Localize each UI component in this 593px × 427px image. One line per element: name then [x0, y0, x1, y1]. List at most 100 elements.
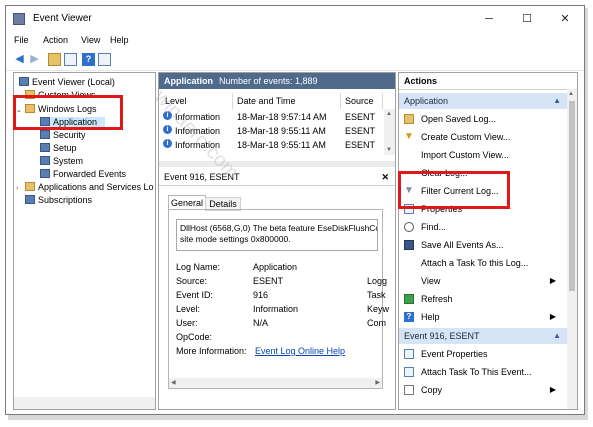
field-extra: Keyw: [367, 304, 390, 314]
table-row[interactable]: i Information 18-Mar-18 9:55:11 AM ESENT: [159, 139, 383, 152]
row-date: 18-Mar-18 9:55:11 AM: [237, 140, 326, 150]
action-label: Find...: [421, 222, 447, 232]
submenu-arrow-icon: ▶: [549, 276, 556, 285]
field-label: Level:: [176, 304, 201, 314]
field-label: User:: [176, 318, 198, 328]
log-header-count: Number of events: 1,889: [219, 76, 318, 86]
action-label: Help: [421, 312, 440, 322]
action-label: Copy: [421, 385, 443, 395]
action-copy[interactable]: Copy ▶: [399, 381, 564, 399]
back-arrow-icon[interactable]: ◀: [13, 53, 26, 66]
column-header-date[interactable]: Date and Time: [233, 93, 341, 109]
actions-header: Actions: [399, 73, 577, 90]
menu-help[interactable]: Help: [110, 35, 129, 45]
section-title: Event 916, ESENT: [404, 331, 480, 341]
action-label: Event Properties: [421, 349, 488, 359]
scrollbar-thumb[interactable]: [569, 101, 575, 291]
scroll-down-arrow-icon[interactable]: ▼: [386, 147, 392, 153]
scroll-up-arrow-icon[interactable]: ▲: [568, 91, 574, 97]
toolbar: ◀ ▶ ?: [6, 50, 584, 71]
action-view[interactable]: View ▶: [399, 272, 564, 290]
event-log-online-help-link[interactable]: Event Log Online Help: [255, 346, 345, 356]
action-label: Create Custom View...: [421, 132, 511, 142]
action-create-custom-view[interactable]: ▼ Create Custom View...: [399, 128, 564, 146]
table-row[interactable]: i Information 18-Mar-18 9:57:14 AM ESENT: [159, 111, 383, 124]
close-detail-icon[interactable]: ✕: [381, 169, 389, 185]
maximize-button[interactable]: ☐: [508, 6, 546, 32]
pane-splitter[interactable]: [159, 161, 395, 167]
actions-panel: Actions Application ▲ Open Saved Log... …: [398, 72, 578, 410]
column-header-level[interactable]: Level: [161, 93, 233, 109]
column-header-source[interactable]: Source: [341, 93, 383, 109]
field-value: Application: [253, 262, 298, 272]
expand-arrow-icon[interactable]: ›: [16, 185, 25, 192]
tree-log-security[interactable]: Security: [40, 130, 86, 142]
log-icon: [40, 169, 50, 178]
scroll-up-arrow-icon[interactable]: ▲: [386, 111, 392, 117]
action-import-custom-view[interactable]: Import Custom View...: [399, 146, 564, 164]
menu-file[interactable]: File: [14, 35, 29, 45]
log-icon: [40, 156, 50, 165]
forward-arrow-icon[interactable]: ▶: [28, 53, 41, 66]
event-message-box[interactable]: DllHost (6568,G,0) The beta feature EseD…: [176, 219, 378, 251]
action-attach-task-to-log[interactable]: Attach a Task To this Log...: [399, 254, 564, 272]
show-action-pane-icon[interactable]: [98, 53, 111, 66]
tree-apps-services[interactable]: › Applications and Services Lo: [16, 182, 154, 194]
folder-up-icon[interactable]: [48, 53, 61, 66]
menu-action[interactable]: Action: [43, 35, 68, 45]
close-button[interactable]: ✕: [546, 6, 584, 32]
tab-general[interactable]: General: [168, 195, 206, 210]
field-extra: Logg: [367, 276, 388, 286]
show-hide-tree-icon[interactable]: [64, 53, 77, 66]
actions-vertical-scrollbar[interactable]: ▲: [567, 89, 577, 409]
action-attach-task-to-event[interactable]: Attach Task To This Event...: [399, 363, 564, 381]
submenu-arrow-icon: ▶: [549, 312, 556, 321]
tree-root[interactable]: Event Viewer (Local): [19, 77, 115, 89]
refresh-icon: [404, 294, 414, 304]
info-icon: i: [163, 111, 172, 120]
scroll-left-arrow-icon[interactable]: ◀: [171, 379, 176, 386]
title-bar: Event Viewer ─ ☐ ✕: [6, 6, 584, 32]
submenu-arrow-icon: ▶: [549, 385, 556, 394]
actions-section-application[interactable]: Application ▲: [399, 93, 567, 109]
section-title: Application: [404, 96, 449, 106]
table-row[interactable]: i Information 18-Mar-18 9:55:11 AM ESENT: [159, 125, 383, 138]
log-icon: [40, 143, 50, 152]
tree-root-label: Event Viewer (Local): [32, 77, 115, 87]
help-icon[interactable]: ?: [82, 53, 95, 66]
grid-vertical-scrollbar[interactable]: ▲ ▼: [384, 109, 395, 155]
field-label: Source:: [176, 276, 208, 286]
tree-log-forwarded[interactable]: Forwarded Events: [40, 169, 126, 181]
event-viewer-icon: [19, 77, 29, 86]
field-value: Information: [253, 304, 299, 314]
tree-subscriptions[interactable]: Subscriptions: [25, 195, 92, 207]
folder-icon: [25, 182, 35, 191]
action-save-all-events[interactable]: Save All Events As...: [399, 236, 564, 254]
horizontal-scrollbar[interactable]: ◀ ▶: [169, 378, 382, 388]
tree-log-system[interactable]: System: [40, 156, 83, 168]
actions-section-event[interactable]: Event 916, ESENT ▲: [399, 328, 567, 344]
horizontal-scrollbar[interactable]: [14, 397, 155, 409]
menu-view[interactable]: View: [81, 35, 100, 45]
action-open-saved-log[interactable]: Open Saved Log...: [399, 110, 564, 128]
action-refresh[interactable]: Refresh: [399, 290, 564, 308]
log-header: Application Number of events: 1,889: [159, 73, 395, 89]
tree-log-label: System: [53, 156, 84, 166]
scroll-right-arrow-icon[interactable]: ▶: [375, 379, 380, 386]
copy-icon: [404, 385, 414, 395]
action-find[interactable]: Find...: [399, 218, 564, 236]
minimize-button[interactable]: ─: [470, 6, 508, 32]
actions-title: Actions: [404, 76, 438, 86]
log-icon: [40, 130, 50, 139]
field-value: ESENT: [253, 276, 284, 286]
tree-log-setup[interactable]: Setup: [40, 143, 77, 155]
event-message-line: DllHost (6568,G,0) The beta feature EseD…: [180, 223, 378, 233]
collapse-up-icon[interactable]: ▲: [553, 93, 561, 109]
action-help[interactable]: ? Help ▶: [399, 308, 564, 326]
row-date: 18-Mar-18 9:57:14 AM: [237, 112, 327, 122]
field-label: OpCode:: [176, 332, 213, 342]
collapse-up-icon[interactable]: ▲: [553, 328, 561, 344]
event-detail-header: Event 916, ESENT ✕: [159, 169, 395, 186]
highlight-box-windows-logs: [13, 95, 123, 130]
action-event-properties[interactable]: Event Properties: [399, 345, 564, 363]
